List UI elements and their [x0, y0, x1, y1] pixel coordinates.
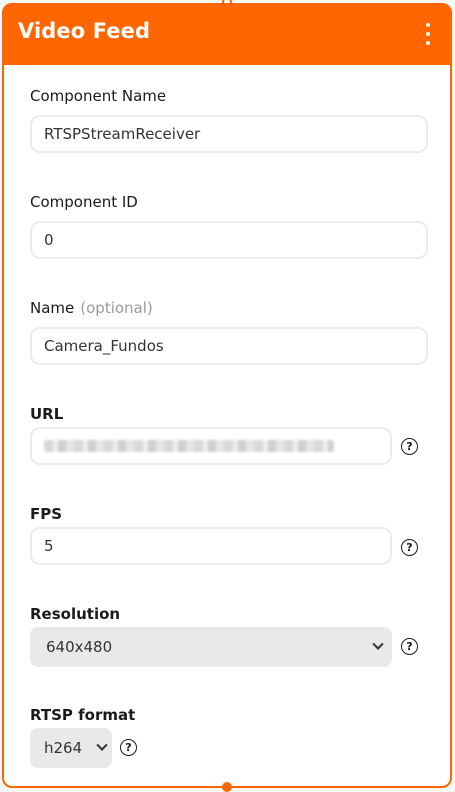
chevron-down-icon — [96, 739, 108, 751]
url-help-icon[interactable]: ? — [401, 438, 418, 455]
optional-tag: (optional) — [80, 299, 153, 317]
fps-field[interactable]: 5 — [30, 527, 392, 565]
rtsp-format-select[interactable]: h264 — [30, 728, 112, 768]
node-title: Video Feed — [18, 19, 151, 43]
resolution-label: Resolution — [30, 605, 121, 623]
component-id-label: Component ID — [30, 193, 138, 211]
name-field[interactable]: Camera_Fundos — [30, 327, 428, 365]
kebab-menu-icon[interactable] — [424, 23, 432, 45]
url-label: URL — [30, 405, 64, 423]
fps-help-icon[interactable]: ? — [401, 539, 418, 556]
node-header: Video Feed — [2, 3, 452, 65]
name-label-text: Name — [30, 299, 75, 317]
fps-value: 5 — [44, 537, 54, 555]
rtsp-format-help-icon[interactable]: ? — [120, 739, 137, 756]
rtsp-format-selected-value: h264 — [44, 739, 83, 757]
name-value: Camera_Fundos — [44, 337, 164, 355]
component-name-value: RTSPStreamReceiver — [44, 125, 201, 143]
menu-dot — [426, 23, 430, 27]
url-field[interactable] — [30, 427, 392, 465]
component-name-label: Component Name — [30, 87, 167, 105]
fps-label: FPS — [30, 505, 63, 523]
redacted-url-value — [44, 440, 334, 452]
menu-dot — [426, 41, 430, 45]
chevron-down-icon — [372, 638, 384, 650]
menu-dot — [426, 32, 430, 36]
name-label: Name (optional) — [30, 299, 153, 317]
component-id-field[interactable]: 0 — [30, 221, 428, 259]
resolution-selected-value: 640x480 — [46, 638, 113, 656]
video-feed-node: Video Feed Component Name RTSPStreamRece… — [2, 0, 452, 792]
component-id-value: 0 — [44, 231, 54, 249]
resolution-select[interactable]: 640x480 — [30, 627, 392, 667]
component-name-field[interactable]: RTSPStreamReceiver — [30, 115, 428, 153]
resolution-help-icon[interactable]: ? — [401, 638, 418, 655]
rtsp-format-label: RTSP format — [30, 706, 136, 724]
